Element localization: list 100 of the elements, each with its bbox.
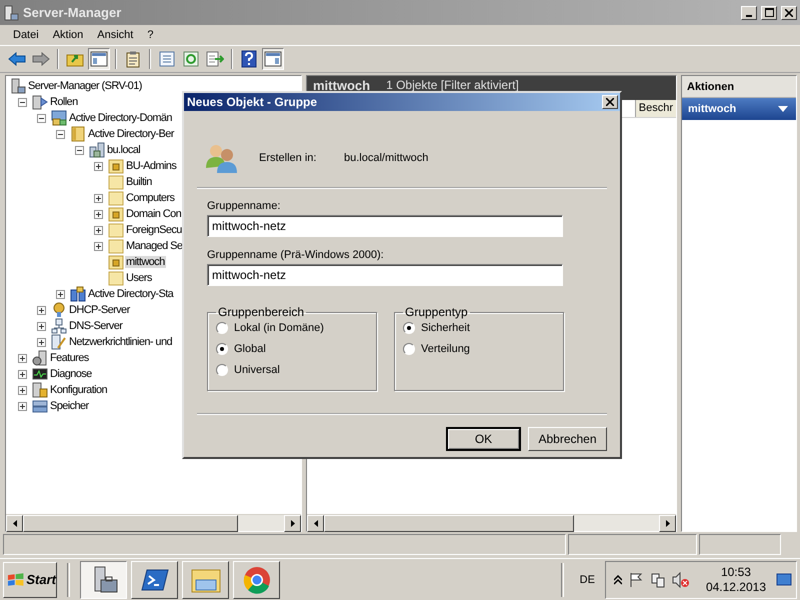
tree-pane-icon	[90, 51, 108, 67]
menu-item[interactable]: Datei	[6, 29, 46, 41]
actions-section[interactable]: mittwoch	[682, 98, 796, 120]
toolbar-button[interactable]	[88, 48, 110, 70]
tree-item[interactable]: Managed Se	[125, 240, 184, 252]
expand-toggle[interactable]	[37, 114, 46, 122]
tree-item[interactable]: ForeignSecu	[125, 224, 183, 236]
input-field[interactable]: mittwoch-netz	[207, 215, 563, 237]
expand-toggle[interactable]	[94, 210, 103, 218]
expand-toggle[interactable]	[56, 290, 65, 298]
tree-item[interactable]: bu.local	[106, 144, 142, 156]
radio-button[interactable]	[216, 343, 228, 355]
tree-item[interactable]: Server-Manager (SRV-01)	[27, 80, 143, 92]
caret-icon	[778, 106, 788, 112]
radio-label: Universal	[234, 364, 280, 376]
tree-item[interactable]: BU-Admins	[125, 160, 178, 172]
expand-toggle[interactable]	[18, 370, 27, 378]
radio-button[interactable]	[403, 322, 415, 334]
expand-toggle[interactable]	[94, 242, 103, 250]
plus-icon	[19, 354, 26, 362]
expand-toggle[interactable]	[18, 402, 27, 410]
toolbar-button[interactable]	[262, 48, 284, 70]
tree-item[interactable]: mittwoch	[125, 256, 166, 268]
menu-item[interactable]: Aktion	[46, 29, 90, 41]
tree-item[interactable]: Users	[125, 272, 153, 284]
plus-icon	[95, 194, 102, 202]
tree-item[interactable]: Domain Con	[125, 208, 182, 220]
tree-item[interactable]: Features	[49, 352, 90, 364]
forward-arrow-icon	[32, 52, 50, 66]
tree-item[interactable]: Diagnose	[49, 368, 93, 380]
plus-icon	[95, 210, 102, 218]
horizontal-scrollbar[interactable]	[6, 514, 301, 531]
expand-toggle[interactable]	[37, 322, 46, 330]
radio-button[interactable]	[216, 322, 228, 334]
dhcp-icon	[51, 302, 67, 318]
expand-toggle[interactable]	[37, 306, 46, 314]
radio-button[interactable]	[216, 364, 228, 376]
dialog-button[interactable]: Abbrechen	[528, 427, 607, 451]
plus-icon	[57, 290, 64, 298]
menu-item[interactable]: ?	[140, 29, 160, 41]
expand-toggle[interactable]	[18, 386, 27, 394]
close-icon	[785, 8, 793, 16]
maximize-button[interactable]	[761, 6, 777, 20]
browser-icon	[242, 564, 272, 594]
diagnostics-icon	[32, 366, 48, 382]
minimize-button[interactable]	[741, 6, 757, 20]
scroll-left-icon[interactable]	[307, 515, 324, 532]
scroll-right-icon[interactable]	[659, 515, 676, 532]
expand-toggle[interactable]	[56, 130, 65, 138]
expand-toggle[interactable]	[94, 162, 103, 170]
tree-item[interactable]: Builtin	[125, 176, 153, 188]
expand-toggle[interactable]	[37, 338, 46, 346]
field-label: Gruppenname (Prä-Windows 2000):	[207, 249, 385, 261]
start-button[interactable]: Start	[3, 562, 57, 598]
input-field[interactable]: mittwoch-netz	[207, 264, 563, 286]
dialog-button[interactable]: OK	[446, 427, 521, 451]
tree-item[interactable]: Rollen	[49, 96, 79, 108]
folder-icon	[108, 270, 124, 286]
plus-icon	[38, 338, 45, 346]
minimize-icon	[746, 14, 752, 16]
directory-icon	[51, 110, 67, 126]
menu-item[interactable]: Ansicht	[90, 29, 140, 41]
language-indicator[interactable]: DE	[574, 574, 601, 586]
show-desktop-icon	[776, 572, 792, 586]
plus-icon	[95, 226, 102, 234]
group-title: Gruppenbereich	[217, 305, 306, 319]
tree-item[interactable]: DNS-Server	[68, 320, 124, 332]
tree-item[interactable]: Active Directory-Domän	[68, 112, 173, 124]
tree-item[interactable]: Speicher	[49, 400, 90, 412]
tree-item[interactable]: Active Directory-Ber	[87, 128, 175, 140]
flag-icon	[628, 572, 644, 588]
folder-icon	[108, 158, 124, 174]
create-in-label: Erstellen in:	[259, 152, 318, 164]
plus-icon	[38, 322, 45, 330]
clock[interactable]: 10:53 04.12.2013	[706, 564, 766, 594]
scroll-thumb[interactable]	[23, 515, 238, 532]
policy-icon	[51, 334, 67, 350]
horizontal-scrollbar[interactable]	[307, 514, 676, 531]
expand-toggle[interactable]	[18, 98, 27, 106]
close-button[interactable]	[781, 6, 797, 20]
expand-toggle[interactable]	[75, 146, 84, 154]
close-button[interactable]	[602, 95, 618, 109]
tree-item[interactable]: Computers	[125, 192, 176, 204]
scroll-left-icon[interactable]	[6, 515, 23, 532]
radio-button[interactable]	[403, 343, 415, 355]
expand-toggle[interactable]	[18, 354, 27, 362]
expand-toggle[interactable]	[94, 226, 103, 234]
storage-icon	[32, 398, 48, 414]
tree-item[interactable]: DHCP-Server	[68, 304, 131, 316]
taskbar-button[interactable]	[80, 560, 127, 598]
tree-item[interactable]: Netzwerkrichtlinien- und	[68, 336, 173, 348]
expand-toggle[interactable]	[94, 194, 103, 202]
tree-item[interactable]: Konfiguration	[49, 384, 108, 396]
server-icon	[3, 4, 19, 20]
scroll-right-icon[interactable]	[284, 515, 301, 532]
column-header[interactable]: Beschr	[634, 100, 676, 117]
domain-icon	[89, 142, 105, 158]
scroll-thumb[interactable]	[324, 515, 574, 532]
maximize-icon	[764, 8, 774, 17]
tree-item[interactable]: Active Directory-Sta	[87, 288, 174, 300]
